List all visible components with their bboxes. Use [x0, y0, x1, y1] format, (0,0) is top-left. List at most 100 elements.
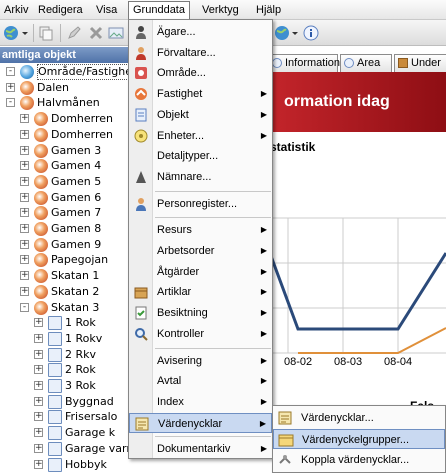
tree-row[interactable]: + Dalen — [0, 80, 130, 96]
document-icon — [48, 316, 62, 331]
search-icon — [135, 327, 148, 341]
tree-row[interactable]: + Hobbyk — [0, 457, 130, 473]
menu-item-objekt[interactable]: Objekt ▶ — [129, 105, 272, 125]
info-icon[interactable] — [303, 25, 319, 41]
menu-item-värdenycklar[interactable]: Värdenycklar ▶ — [129, 412, 272, 433]
tree-row[interactable]: + Papegojan — [0, 252, 130, 268]
menu-item-artiklar[interactable]: Artiklar ▶ — [129, 282, 272, 302]
tree-row[interactable]: +3 Rok — [0, 378, 130, 394]
tab-under[interactable]: Under — [394, 54, 446, 72]
collapse-icon[interactable]: - — [6, 67, 15, 76]
tree-row[interactable]: + Domherren — [0, 127, 130, 143]
expand-icon[interactable]: + — [20, 286, 29, 296]
chevron-down-icon-2[interactable] — [291, 25, 299, 41]
tree-row[interactable]: + Frisersalo — [0, 409, 130, 425]
globe-icon-2[interactable] — [274, 25, 290, 41]
expand-icon[interactable]: + — [34, 459, 43, 469]
chevron-down-icon[interactable] — [21, 25, 29, 41]
tree-row[interactable]: + Skatan 2 — [0, 284, 130, 300]
expand-icon[interactable]: + — [20, 271, 29, 281]
submenu-item-värdenycklar[interactable]: Värdenycklar... — [273, 408, 445, 428]
tree-row[interactable]: +2 Rkv — [0, 347, 130, 363]
menu-arkiv[interactable]: Arkiv — [0, 2, 32, 18]
expand-icon[interactable]: + — [34, 443, 43, 453]
collapse-icon[interactable]: - — [20, 302, 29, 312]
collapse-icon[interactable]: - — [6, 98, 15, 108]
tree-row[interactable]: +1 Rok — [0, 315, 130, 331]
menu-item-avtal[interactable]: Avtal ▶ — [129, 371, 272, 391]
tree-row[interactable]: + Garage k — [0, 425, 130, 441]
tree-row[interactable]: + Gamen 4 — [0, 158, 130, 174]
tree-row[interactable]: + Skatan 1 — [0, 268, 130, 284]
tab-area[interactable]: Area — [340, 54, 392, 72]
tree-row[interactable]: + Gamen 5 — [0, 174, 130, 190]
submenu-item-koppla-värdenycklar[interactable]: Koppla värdenycklar... — [273, 450, 445, 470]
expand-icon[interactable]: + — [20, 192, 29, 202]
tree-row[interactable]: +1 Rokv — [0, 331, 130, 347]
menu-item-kontroller[interactable]: Kontroller ▶ — [129, 324, 272, 344]
expand-icon[interactable]: + — [34, 381, 43, 390]
globe-icon[interactable] — [3, 25, 19, 41]
menu-item-nämnare[interactable]: Nämnare... — [129, 167, 272, 187]
submenu-item-värdenyckelgrupper[interactable]: Värdenyckelgrupper... — [273, 429, 445, 449]
expand-icon[interactable]: + — [20, 208, 29, 218]
expand-icon[interactable]: + — [20, 129, 29, 139]
menu-item-dokumentarkiv[interactable]: Dokumentarkiv ▶ — [129, 439, 272, 459]
object-tree[interactable]: - Område/Fastighet + Dalen - Halvmånen + Domher… — [0, 63, 130, 473]
menu-grunddata[interactable]: Grunddata — [128, 1, 190, 20]
menu-item-resurs[interactable]: Resurs ▶ — [129, 220, 272, 240]
expand-icon[interactable]: + — [20, 224, 29, 233]
tree-row[interactable]: + Gamen 3 — [0, 143, 130, 159]
tree-row[interactable]: + Domherren — [0, 111, 130, 127]
expand-icon[interactable]: + — [20, 145, 29, 155]
expand-icon[interactable]: + — [20, 114, 29, 124]
menu-item-enheter[interactable]: Enheter... ▶ — [129, 126, 272, 146]
menu-redigera[interactable]: Redigera — [34, 2, 87, 18]
expand-icon[interactable]: + — [34, 318, 43, 328]
tree-row[interactable]: +2 Rok — [0, 362, 130, 378]
menu-item-fastighet[interactable]: Fastighet ▶ — [129, 84, 272, 104]
expand-icon[interactable]: + — [20, 176, 29, 186]
expand-icon[interactable]: + — [20, 161, 29, 171]
expand-icon[interactable]: + — [6, 82, 15, 92]
tree-row[interactable]: + Gamen 8 — [0, 221, 130, 237]
menu-item-detaljtyper[interactable]: Detaljtyper... — [129, 146, 272, 166]
tree-row[interactable]: - Skatan 3 — [0, 300, 130, 316]
menu-item-index[interactable]: Index ▶ — [129, 392, 272, 412]
document-icon — [48, 394, 62, 409]
menu-item-förvaltare[interactable]: Förvaltare... — [129, 43, 272, 63]
globe-icon — [20, 65, 34, 79]
tree-row[interactable]: + Gamen 7 — [0, 205, 130, 221]
expand-icon[interactable]: + — [34, 333, 43, 343]
expand-icon[interactable]: + — [34, 412, 43, 422]
tree-row[interactable]: - Halvmånen — [0, 95, 130, 111]
menu-item-personregister[interactable]: Personregister... — [129, 194, 272, 214]
expand-icon[interactable]: + — [20, 239, 29, 249]
tree-row[interactable]: + Gamen 6 — [0, 190, 130, 206]
expand-icon[interactable]: + — [20, 255, 29, 265]
menu-item-område[interactable]: Område... — [129, 63, 272, 83]
tree-row[interactable]: + Garage varm — [0, 441, 130, 457]
tab-information[interactable]: Information — [268, 54, 340, 72]
copy-icon[interactable] — [38, 25, 54, 41]
menu-visa[interactable]: Visa — [92, 2, 121, 18]
delete-icon[interactable] — [88, 25, 104, 41]
expand-icon[interactable]: + — [34, 396, 43, 406]
menu-item-ägare[interactable]: Ägare... — [129, 22, 272, 42]
info-banner: ormation idag — [268, 72, 446, 132]
tree-row-label: Gamen 3 — [51, 143, 102, 157]
edit-icon[interactable] — [66, 25, 82, 41]
menu-item-besiktning[interactable]: Besiktning ▶ — [129, 303, 272, 323]
expand-icon[interactable]: + — [34, 365, 43, 375]
menu-hjalp[interactable]: Hjälp — [252, 2, 285, 18]
expand-icon[interactable]: + — [34, 349, 43, 359]
menu-item-avisering[interactable]: Avisering ▶ — [129, 351, 272, 371]
tree-row[interactable]: + Gamen 9 — [0, 237, 130, 253]
tree-row[interactable]: + Byggnad — [0, 394, 130, 410]
menu-verktyg[interactable]: Verktyg — [198, 2, 243, 18]
picture-icon[interactable] — [108, 25, 124, 41]
tree-row[interactable]: - Område/Fastighet — [0, 64, 130, 80]
expand-icon[interactable]: + — [34, 428, 43, 438]
menu-item-åtgärder[interactable]: Åtgärder ▶ — [129, 262, 272, 282]
menu-item-arbetsorder[interactable]: Arbetsorder ▶ — [129, 241, 272, 261]
